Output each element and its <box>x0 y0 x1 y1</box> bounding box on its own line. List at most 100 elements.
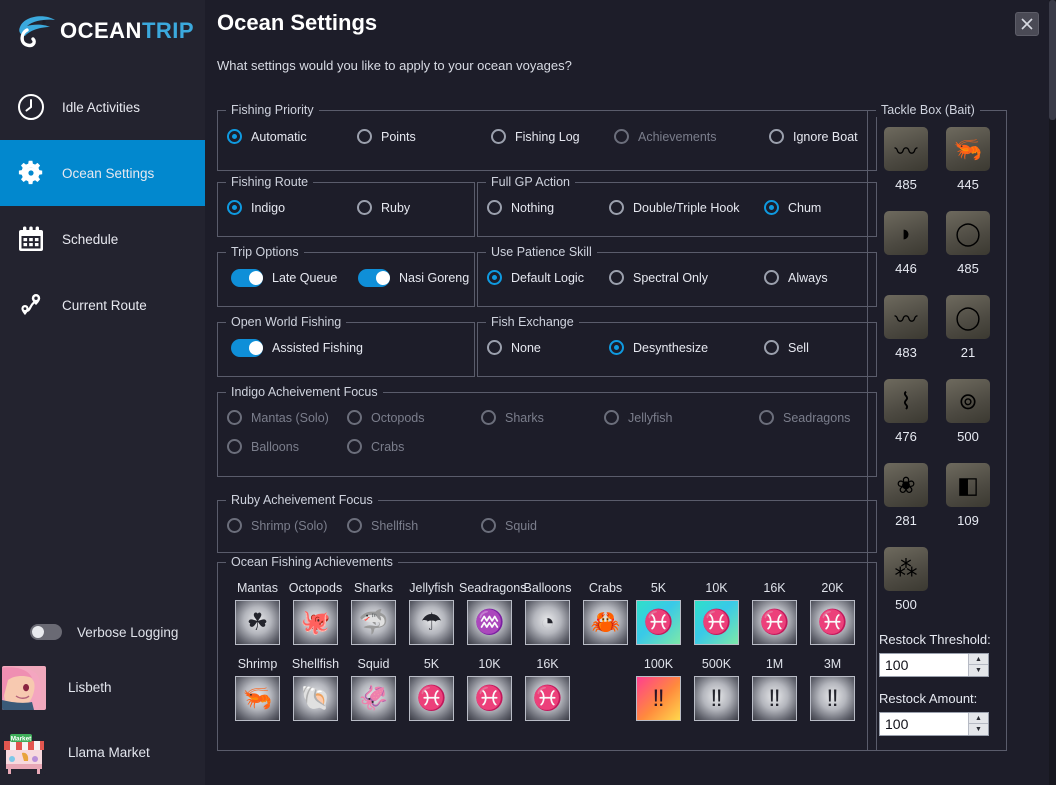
toggle-option-assisted-fishing[interactable]: Assisted Fishing <box>231 339 363 357</box>
achievement-tile[interactable]: ♓ <box>752 600 797 645</box>
verbose-logging-toggle[interactable] <box>30 624 62 640</box>
radio-indicator[interactable] <box>227 200 242 215</box>
achievement-tile[interactable]: ◔ <box>525 600 570 645</box>
jellyfish-icon: ☂ <box>410 601 453 644</box>
bait-slot[interactable]: ◯ <box>946 295 990 339</box>
radio-option-always[interactable]: Always <box>764 270 828 285</box>
scrollbar[interactable] <box>1049 0 1056 785</box>
toggle-option-nasi-goreng[interactable]: Nasi Goreng <box>358 269 469 287</box>
achievement-tile[interactable]: ♓ <box>694 600 739 645</box>
radio-option-nothing[interactable]: Nothing <box>487 200 554 215</box>
restock-threshold-input[interactable] <box>880 654 968 676</box>
bait-slot[interactable]: 〰 <box>884 295 928 339</box>
achievement-tile[interactable]: ♓ <box>636 600 681 645</box>
achievement-tile[interactable]: ☂ <box>409 600 454 645</box>
scrollbar-thumb[interactable] <box>1049 0 1056 120</box>
achievement-tile[interactable]: 🦀 <box>583 600 628 645</box>
radio-indicator[interactable] <box>227 129 242 144</box>
radio-option-none[interactable]: None <box>487 340 541 355</box>
bait-slot[interactable]: 🦐 <box>946 127 990 171</box>
sidebar-item-schedule[interactable]: Schedule <box>0 206 205 272</box>
achievement-tile[interactable]: ‼ <box>694 676 739 721</box>
achievement-tile[interactable]: ♓ <box>810 600 855 645</box>
radio-option-desynthesize[interactable]: Desynthesize <box>609 340 708 355</box>
radio-indicator[interactable] <box>357 200 372 215</box>
restock-amount-stepper[interactable]: ▲ ▼ <box>879 712 989 736</box>
stepper-up-icon[interactable]: ▲ <box>969 713 988 724</box>
radio-indicator[interactable] <box>487 340 502 355</box>
bait-slot[interactable]: 〰 <box>884 127 928 171</box>
achievement-tile[interactable]: 🦈 <box>351 600 396 645</box>
bait-slot[interactable]: ❀ <box>884 463 928 507</box>
radio-option-default-logic[interactable]: Default Logic <box>487 270 584 285</box>
radio-option-automatic[interactable]: Automatic <box>227 129 307 144</box>
achievement-tile[interactable]: ‼ <box>636 676 681 721</box>
radio-indicator[interactable] <box>764 270 779 285</box>
radio-indicator[interactable] <box>609 340 624 355</box>
radio-indicator[interactable] <box>764 340 779 355</box>
radio-indicator[interactable] <box>357 129 372 144</box>
account-row[interactable]: Lisbeth <box>0 655 205 720</box>
stepper-down-icon[interactable]: ▼ <box>969 665 988 676</box>
radio-option-chum[interactable]: Chum <box>764 200 821 215</box>
bait-slot[interactable]: ⁂ <box>884 547 928 591</box>
bait-slot[interactable]: ◧ <box>946 463 990 507</box>
bait-quantity: 476 <box>895 429 917 444</box>
radio-option-indigo[interactable]: Indigo <box>227 200 285 215</box>
stepper-buttons[interactable]: ▲ ▼ <box>968 654 988 676</box>
app-logo[interactable]: OCEANTRIP <box>0 0 205 62</box>
radio-indicator[interactable] <box>769 129 784 144</box>
glowworm-bait-icon: ⊚ <box>958 387 978 414</box>
sidebar-item-idle-activities[interactable]: Idle Activities <box>0 74 205 140</box>
bait-slot[interactable]: ◯ <box>946 211 990 255</box>
radio-option-points[interactable]: Points <box>357 129 416 144</box>
achievement-tile[interactable]: 🦑 <box>351 676 396 721</box>
achievement-tile[interactable]: ♓ <box>409 676 454 721</box>
achievement-tile[interactable]: 🦐 <box>235 676 280 721</box>
seahorse-icon: ♒ <box>468 601 511 644</box>
close-button[interactable] <box>1015 12 1039 36</box>
stepper-up-icon[interactable]: ▲ <box>969 654 988 665</box>
toggle-knob <box>32 626 44 638</box>
achievement-tile[interactable]: ♓ <box>525 676 570 721</box>
achievement-column-header: 500K <box>701 657 732 671</box>
radio-option-ignore-boat[interactable]: Ignore Boat <box>769 129 858 144</box>
achievement-tile[interactable]: ☘ <box>235 600 280 645</box>
radio-indicator[interactable] <box>491 129 506 144</box>
radio-option-double-triple-hook[interactable]: Double/Triple Hook <box>609 200 740 215</box>
achievement-tile[interactable]: 🐚 <box>293 676 338 721</box>
restock-threshold-stepper[interactable]: ▲ ▼ <box>879 653 989 677</box>
pill-bug-bait-icon: ◗ <box>899 219 913 246</box>
bait-slot[interactable]: ◗ <box>884 211 928 255</box>
bait-slot[interactable]: ⊚ <box>946 379 990 423</box>
radio-indicator[interactable] <box>487 270 502 285</box>
radio-option-fishing-log[interactable]: Fishing Log <box>491 129 580 144</box>
restock-amount-input[interactable] <box>880 713 968 735</box>
toggle-switch[interactable] <box>231 339 263 357</box>
radio-label: Indigo <box>251 200 286 215</box>
achievement-tile[interactable]: ‼ <box>810 676 855 721</box>
achievement-tile[interactable]: ♓ <box>467 676 512 721</box>
silver-spoon-lure-icon: ❀ <box>896 471 916 498</box>
sidebar-item-ocean-settings[interactable]: Ocean Settings <box>0 140 205 206</box>
radio-indicator[interactable] <box>609 270 624 285</box>
radio-indicator[interactable] <box>487 200 502 215</box>
radio-option-spectral-only[interactable]: Spectral Only <box>609 270 708 285</box>
stepper-down-icon[interactable]: ▼ <box>969 724 988 735</box>
llama-market-row[interactable]: Market Llama Market <box>0 720 205 785</box>
bait-slot[interactable]: ⌇ <box>884 379 928 423</box>
achievement-tile[interactable]: 🐙 <box>293 600 338 645</box>
radio-indicator[interactable] <box>609 200 624 215</box>
toggle-switch[interactable] <box>231 269 263 287</box>
radio-indicator[interactable] <box>764 200 779 215</box>
verbose-logging-row[interactable]: Verbose Logging <box>0 609 205 655</box>
radio-indicator <box>347 518 362 533</box>
toggle-switch[interactable] <box>358 269 390 287</box>
toggle-option-late-queue[interactable]: Late Queue <box>231 269 337 287</box>
sidebar-item-current-route[interactable]: Current Route <box>0 272 205 338</box>
achievement-tile[interactable]: ‼ <box>752 676 797 721</box>
radio-option-ruby[interactable]: Ruby <box>357 200 410 215</box>
radio-option-sell[interactable]: Sell <box>764 340 809 355</box>
stepper-buttons[interactable]: ▲ ▼ <box>968 713 988 735</box>
achievement-tile[interactable]: ♒ <box>467 600 512 645</box>
